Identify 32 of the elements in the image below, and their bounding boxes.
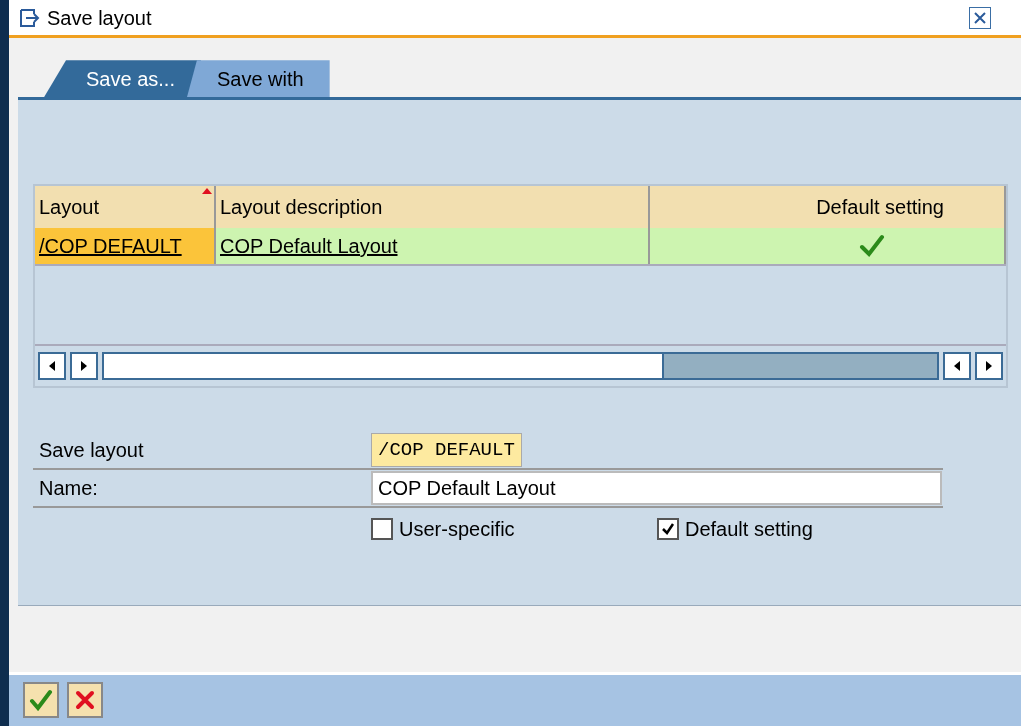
scroll-right-button[interactable] bbox=[70, 352, 98, 381]
field-label: Save layout bbox=[38, 438, 145, 464]
scroll-right-button[interactable] bbox=[975, 352, 1003, 381]
right-arrow-icon bbox=[984, 360, 994, 373]
checkbox[interactable] bbox=[657, 518, 679, 541]
name-field[interactable]: COP Default Layout bbox=[371, 471, 942, 506]
checkmark-icon bbox=[661, 522, 675, 537]
checkbox[interactable] bbox=[371, 518, 393, 541]
column-header[interactable]: Layout bbox=[39, 192, 100, 223]
description-link[interactable]: COP Default Layout bbox=[220, 231, 398, 262]
dialog-icon bbox=[19, 7, 41, 28]
close-icon bbox=[74, 689, 96, 712]
left-arrow-icon bbox=[47, 360, 57, 373]
right-arrow-icon bbox=[79, 360, 89, 373]
left-arrow-icon bbox=[952, 360, 962, 373]
checkbox-label: User-specific bbox=[399, 517, 515, 543]
check-icon bbox=[29, 689, 53, 712]
confirm-button[interactable] bbox=[23, 682, 59, 719]
column-header[interactable]: Default setting bbox=[816, 192, 944, 223]
window-title: Save layout bbox=[47, 5, 153, 31]
scroll-left-button[interactable] bbox=[38, 352, 66, 381]
close-icon bbox=[973, 10, 987, 25]
scroll-left-button[interactable] bbox=[943, 352, 971, 381]
checkbox-label: Default setting bbox=[685, 517, 813, 543]
column-header[interactable]: Layout description bbox=[220, 192, 383, 223]
field-label: Name: bbox=[38, 476, 99, 502]
tab[interactable]: Save with bbox=[186, 60, 330, 98]
scrollbar[interactable] bbox=[102, 352, 939, 381]
close-button[interactable] bbox=[969, 6, 991, 29]
cancel-button[interactable] bbox=[67, 682, 103, 719]
sort-icon bbox=[202, 188, 212, 195]
layout-field[interactable]: /COP DEFAULT bbox=[371, 432, 522, 468]
